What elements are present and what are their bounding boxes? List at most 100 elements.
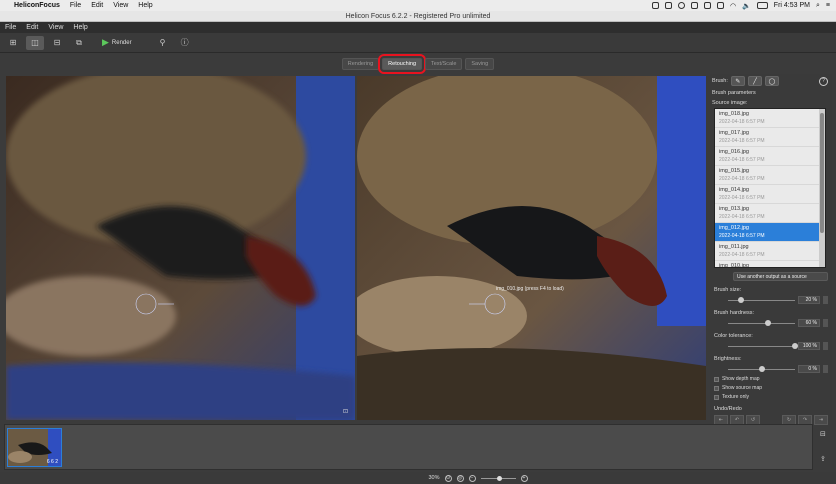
zoom-100-icon[interactable]: ◎ xyxy=(456,474,464,482)
brush-size-value[interactable]: 20 % xyxy=(798,296,820,304)
brightness-stepper[interactable] xyxy=(823,365,828,373)
source-image-pane[interactable]: ⊡ xyxy=(6,76,355,420)
zoom-indicator-icon[interactable]: ⊡ xyxy=(343,408,348,415)
brush-hardness-stepper[interactable] xyxy=(823,319,828,327)
clock[interactable]: Fri 4:53 PM xyxy=(774,2,810,9)
brush-size-stepper[interactable] xyxy=(823,296,828,304)
show-depth-map-checkbox[interactable]: Show depth map xyxy=(710,376,832,382)
source-list-item[interactable]: img_011.jpg 2022-04-18 6:57 PM xyxy=(715,242,825,261)
horizontal-split-icon[interactable]: ⊟ xyxy=(48,36,66,50)
help-icon[interactable]: ? xyxy=(819,76,828,86)
source-mode-select[interactable]: Use another output as a source xyxy=(733,272,828,281)
export-icon[interactable]: ⇪ xyxy=(820,455,826,463)
source-date: 2022-04-18 6:57 PM xyxy=(719,176,765,182)
menu-help[interactable]: Help xyxy=(73,24,87,31)
source-image-list[interactable]: img_018.jpg 2022-04-18 6:57 PM img_017.jpg… xyxy=(714,108,826,268)
mac-menu-edit[interactable]: Edit xyxy=(91,2,103,9)
source-filename: img_014.jpg xyxy=(719,187,749,193)
source-date: 2022-04-18 6:57 PM xyxy=(719,252,765,258)
line-tool-icon[interactable]: ╱ xyxy=(747,76,762,86)
tab-saving[interactable]: Saving xyxy=(465,57,495,70)
brush-tool-icon[interactable]: ✎ xyxy=(730,76,745,86)
source-list-item[interactable]: img_010.jpg xyxy=(715,261,825,268)
ellipse-tool-icon[interactable]: ◯ xyxy=(764,76,779,86)
thumbnail-label: 6 6 2 xyxy=(46,459,58,465)
zoom-fit-icon[interactable]: ⊙ xyxy=(444,474,452,482)
output-thumbnail[interactable]: 6 6 2 xyxy=(7,428,62,467)
status-icon[interactable] xyxy=(664,2,672,9)
source-image-label: Source image: xyxy=(712,100,748,106)
source-date: 2022-04-18 6:57 PM xyxy=(719,214,765,220)
brightness-label: Brightness: xyxy=(714,356,742,362)
tool-icon[interactable]: ⚲ xyxy=(154,36,172,50)
add-images-icon[interactable]: ⊞ xyxy=(4,36,22,50)
battery-icon[interactable] xyxy=(756,2,768,9)
redo-all-icon[interactable]: ⇥ xyxy=(814,415,828,425)
brightness-value[interactable]: 0 % xyxy=(798,365,820,373)
source-list-item[interactable]: img_016.jpg 2022-04-18 6:57 PM xyxy=(715,147,825,166)
tab-text-scale[interactable]: Text/Scale xyxy=(425,57,463,70)
toolbar: ⊞ ◫ ⊟ ⧉ ▶ Render ⚲ ⓘ xyxy=(0,33,836,53)
menu-list-icon[interactable]: ≡ xyxy=(826,2,830,9)
source-list-item[interactable]: img_018.jpg 2022-04-18 6:57 PM xyxy=(715,109,825,128)
mac-menu-file[interactable]: File xyxy=(70,2,81,9)
brightness-param: Brightness: 0 % xyxy=(710,356,832,373)
result-image xyxy=(357,76,706,420)
show-source-map-checkbox[interactable]: Show source map xyxy=(710,385,832,391)
record-icon[interactable] xyxy=(677,2,685,9)
status-icon[interactable] xyxy=(651,2,659,9)
brush-size-slider[interactable] xyxy=(728,296,795,303)
result-image-pane[interactable]: img_010.jpg (press F4 to load) xyxy=(357,76,706,420)
render-button[interactable]: ▶ Render xyxy=(102,37,132,48)
tab-retouching[interactable]: Retouching xyxy=(378,53,426,74)
split-view-icon[interactable]: ◫ xyxy=(26,35,44,50)
brush-parameters-title: Brush parameters xyxy=(712,90,756,96)
brush-hardness-slider[interactable] xyxy=(728,319,795,326)
source-list-scrollbar[interactable] xyxy=(819,109,825,267)
color-tolerance-stepper[interactable] xyxy=(823,342,828,350)
zoom-slider[interactable] xyxy=(480,475,516,481)
brush-size-label: Brush size: xyxy=(714,287,742,293)
source-list-item[interactable]: img_015.jpg 2022-04-18 6:57 PM xyxy=(715,166,825,185)
source-list-item[interactable]: img_013.jpg 2022-04-18 6:57 PM xyxy=(715,204,825,223)
status-icon[interactable] xyxy=(716,2,724,9)
source-filename: img_010.jpg xyxy=(719,263,749,268)
source-list-item[interactable]: img_014.jpg 2022-04-18 6:57 PM xyxy=(715,185,825,204)
tab-rendering[interactable]: Rendering xyxy=(341,57,380,70)
source-list-item[interactable]: img_012.jpg 2022-04-18 6:57 PM xyxy=(715,223,825,242)
source-filename: img_016.jpg xyxy=(719,149,749,155)
search-icon[interactable]: ⌕ xyxy=(816,2,820,10)
info-icon[interactable]: ⓘ xyxy=(176,36,194,50)
menu-view[interactable]: View xyxy=(48,24,63,31)
volume-icon[interactable]: 🔈 xyxy=(742,2,751,10)
zoom-in-icon[interactable]: + xyxy=(520,474,528,482)
brush-hardness-value[interactable]: 60 % xyxy=(798,319,820,327)
render-label: Render xyxy=(111,39,132,46)
menu-edit[interactable]: Edit xyxy=(26,24,38,31)
texture-only-checkbox[interactable]: Texture only xyxy=(710,394,832,400)
color-tolerance-slider[interactable] xyxy=(728,342,798,349)
undo-redo-label: Undo/Redo xyxy=(714,406,742,412)
status-icon[interactable] xyxy=(703,2,711,9)
stack-view-icon[interactable]: ⧉ xyxy=(70,36,88,50)
filmstrip-side-icons: ⊟ ⇪ xyxy=(820,430,826,463)
source-date: 2022-04-18 6:57 PM xyxy=(719,138,765,144)
source-list-item[interactable]: img_017.jpg 2022-04-18 6:57 PM xyxy=(715,128,825,147)
brightness-slider[interactable] xyxy=(728,365,795,372)
zoom-out-icon[interactable]: − xyxy=(468,474,476,482)
mac-menu-view[interactable]: View xyxy=(113,2,128,9)
zoom-value: 30% xyxy=(428,475,440,481)
source-date: 2022-04-18 6:57 PM xyxy=(719,157,765,163)
source-filename: img_015.jpg xyxy=(719,168,749,174)
mac-menu-help[interactable]: Help xyxy=(138,2,152,9)
status-icon[interactable] xyxy=(690,2,698,9)
save-icon[interactable]: ⊟ xyxy=(820,430,826,438)
brush-size-param: Brush size: 20 % xyxy=(710,287,832,304)
app-menu-bar: File Edit View Help xyxy=(0,22,836,33)
wifi-icon[interactable]: ◠ xyxy=(730,2,736,10)
source-filename: img_012.jpg xyxy=(719,225,749,231)
source-date: 2022-04-18 6:57 PM xyxy=(719,119,765,125)
menu-file[interactable]: File xyxy=(5,24,16,31)
app-name-menu[interactable]: HeliconFocus xyxy=(14,2,60,9)
color-tolerance-value[interactable]: 100 % xyxy=(798,342,820,350)
